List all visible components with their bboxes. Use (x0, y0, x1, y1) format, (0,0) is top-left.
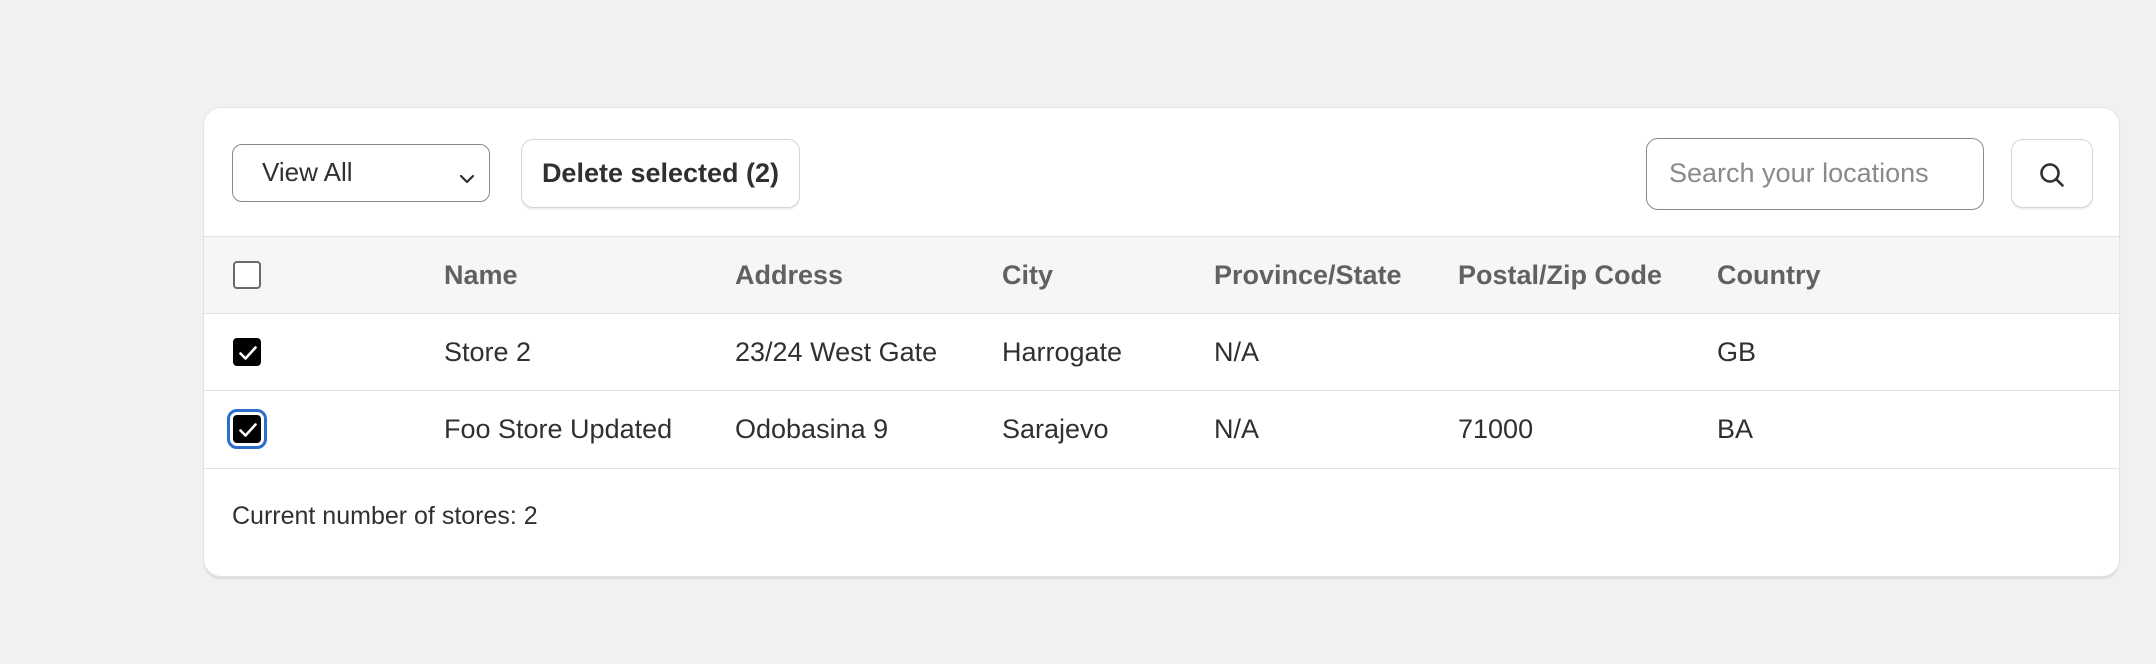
select-all-checkbox[interactable] (233, 261, 261, 289)
search-input[interactable]: Search your locations (1646, 138, 1984, 210)
cell-city: Sarajevo (1002, 414, 1109, 444)
toolbar: View All Delete selected (2) Search your… (204, 108, 2119, 238)
delete-selected-button[interactable]: Delete selected (2) (521, 139, 800, 208)
cell-country: GB (1717, 337, 1757, 367)
table-row[interactable]: Store 2 23/24 West Gate Harrogate N/A GB (204, 313, 2119, 390)
view-filter-value: View All (262, 157, 353, 187)
cell-address: 23/24 West Gate (735, 337, 938, 367)
row-checkbox[interactable] (227, 409, 267, 449)
checkmark-icon (239, 346, 257, 360)
search-button[interactable] (2011, 139, 2093, 208)
search-icon (2040, 163, 2064, 187)
cell-country: BA (1717, 414, 1754, 444)
locations-card: View All Delete selected (2) Search your… (203, 107, 2120, 577)
column-header-city[interactable]: City (1002, 237, 1053, 313)
table-header-row: Name Address City Province/State Postal/… (204, 236, 2119, 313)
cell-province: N/A (1214, 337, 1260, 367)
cell-province: N/A (1214, 414, 1260, 444)
locations-table: Name Address City Province/State Postal/… (204, 236, 2119, 469)
search-placeholder: Search your locations (1669, 158, 1929, 188)
cell-postal: 71000 (1458, 414, 1534, 444)
cell-address: Odobasina 9 (735, 414, 889, 444)
cell-city: Harrogate (1002, 337, 1123, 367)
cell-name: Store 2 (444, 337, 532, 367)
view-filter-select[interactable]: View All (232, 144, 490, 202)
column-header-postal[interactable]: Postal/Zip Code (1458, 237, 1662, 313)
column-header-address[interactable]: Address (735, 237, 843, 313)
store-count-text: Current number of stores: 2 (232, 502, 538, 530)
column-header-country[interactable]: Country (1717, 237, 1821, 313)
row-checkbox[interactable] (233, 338, 261, 366)
column-header-province[interactable]: Province/State (1214, 237, 1402, 313)
cell-name: Foo Store Updated (444, 414, 673, 444)
column-header-name[interactable]: Name (444, 237, 518, 313)
chevron-down-icon (455, 158, 479, 188)
table-row[interactable]: Foo Store Updated Odobasina 9 Sarajevo N… (204, 390, 2119, 469)
checkmark-icon (239, 423, 257, 437)
